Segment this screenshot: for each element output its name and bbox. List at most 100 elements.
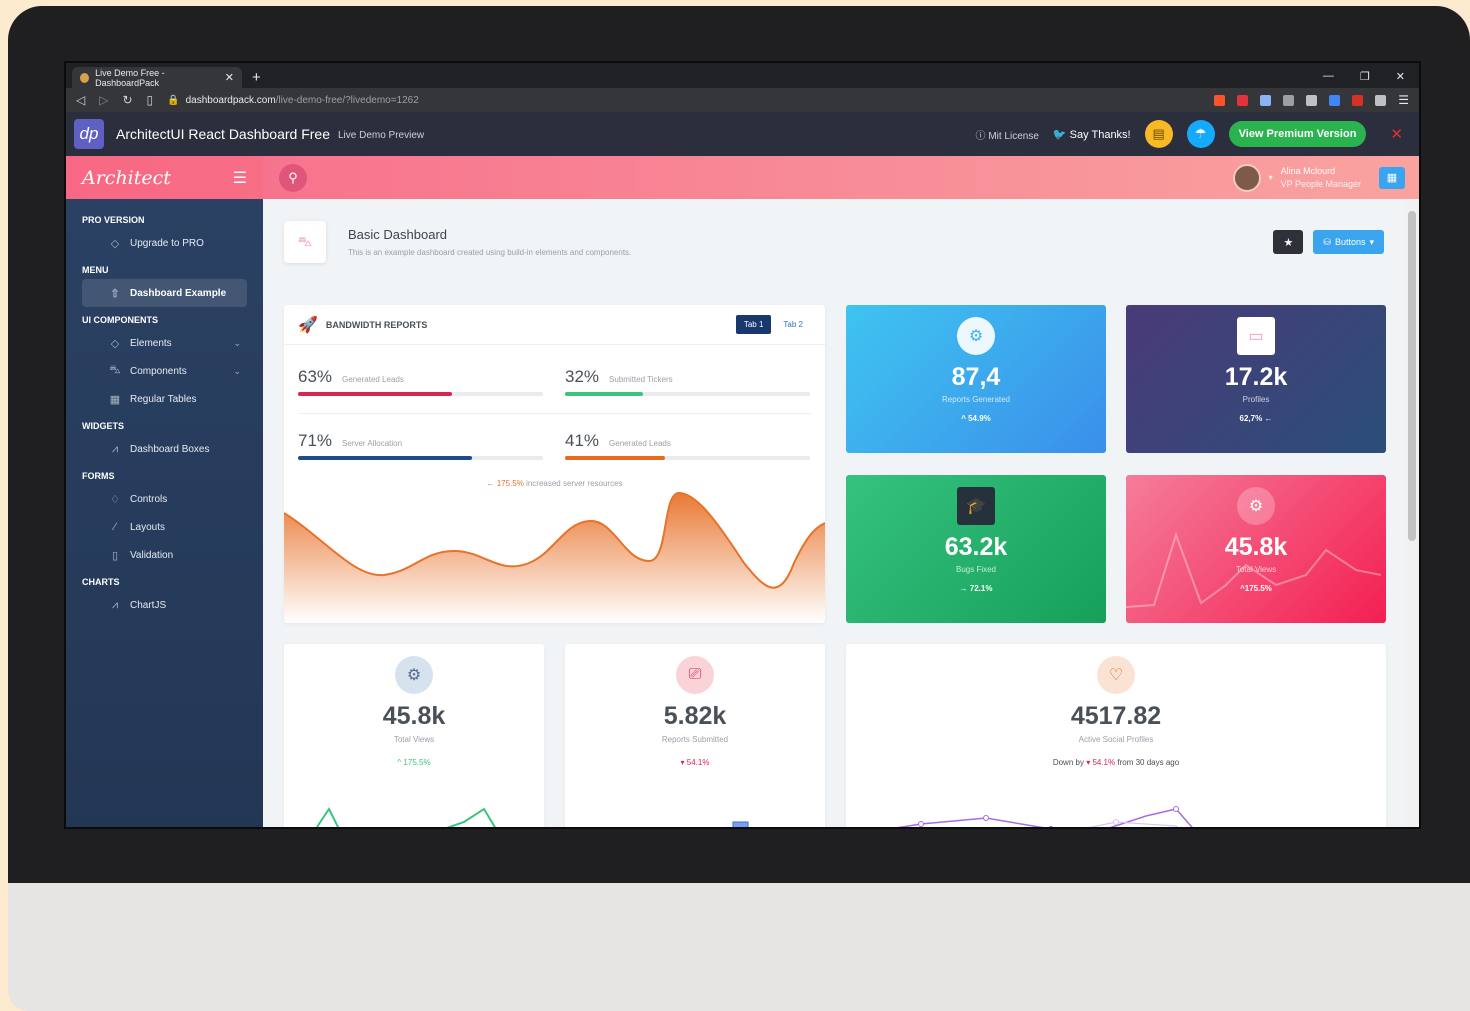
close-icon[interactable]: ✕ (1390, 125, 1403, 143)
bandwidth-area-chart (284, 491, 825, 623)
screen: Live Demo Free - DashboardPack ✕ + — ❐ ✕… (64, 61, 1421, 829)
user-area[interactable]: ▾ Alina Mclourd VP People Manager ▦ (1232, 163, 1405, 192)
gear-icon: ⚙ (957, 317, 995, 355)
progress-label: Submitted Tickers (609, 375, 673, 384)
display-icon: ▦ (109, 393, 121, 406)
app-logo[interactable]: Architect ☰ (66, 156, 263, 199)
license-link[interactable]: ⓘ Mit License (976, 127, 1039, 142)
demo-title: ArchitectUI React Dashboard Free (116, 126, 330, 142)
sidebar-item-dashboard-boxes[interactable]: ⩘ Dashboard Boxes (82, 435, 247, 463)
stat-change: → 72.1% (959, 584, 993, 593)
chevron-down-icon[interactable]: ⌄ (233, 338, 241, 349)
buttons-dropdown[interactable]: ⛁ Buttons ▾ (1313, 230, 1384, 254)
dp-logo[interactable]: dp (74, 119, 104, 149)
sidebar-section-title: FORMS (82, 471, 115, 481)
mini-desc: Active Social Profiles (1078, 735, 1154, 744)
extension-drive-icon[interactable] (1306, 94, 1318, 106)
reload-icon[interactable]: ↻ (122, 93, 132, 107)
sidebar-item-dashboard-example[interactable]: ⇧ Dashboard Example (82, 279, 247, 307)
view-premium-button[interactable]: View Premium Version (1228, 121, 1367, 147)
chevron-down-icon[interactable]: ▾ (1269, 173, 1273, 182)
brave-rewards-icon[interactable] (1237, 94, 1249, 106)
tab-2[interactable]: Tab 2 (775, 315, 811, 334)
rocket-icon: ⇧ (110, 287, 120, 300)
devices-icon: ⎚ (676, 656, 714, 694)
mini-change: ▾ 54.1% (680, 758, 710, 767)
url-field[interactable]: 🔒 dashboardpack.com/live-demo-free/?live… (167, 95, 419, 106)
search-icon[interactable]: ⚲ (279, 163, 307, 192)
sidebar-item-validation[interactable]: ▯ Validation (82, 541, 247, 569)
progress-label: Generated Leads (342, 375, 404, 384)
main-content: ⛍ Basic Dashboard This is an example das… (263, 199, 1405, 827)
mini-value: 45.8k (382, 702, 446, 730)
sidebar-section-title: CHARTS (82, 577, 120, 587)
sidebar-item-label: Dashboard Example (130, 287, 227, 299)
sidebar-item-controls[interactable]: ♢ Controls (82, 485, 247, 513)
arrow-up-icon: ^ (397, 758, 402, 767)
chevron-down-icon[interactable]: ⌄ (233, 366, 241, 377)
sidebar-item-regular-tables[interactable]: ▦ Regular Tables (82, 385, 247, 413)
stat-value: 87,4 (951, 363, 1001, 391)
sidebar-item-upgrade-to-pro[interactable]: ◇ Upgrade to PRO (82, 229, 247, 257)
stat-change: ^175.5% (1240, 584, 1272, 593)
docs-icon[interactable]: ▤ (1144, 120, 1173, 148)
brave-shield-icon[interactable] (1214, 94, 1226, 106)
extension-vpn-icon[interactable] (1260, 94, 1272, 106)
light-icon: ♢ (110, 493, 120, 506)
scrollbar[interactable] (1405, 199, 1419, 827)
sidebar-item-layouts[interactable]: ⁄ Layouts (82, 513, 247, 541)
forward-icon[interactable]: ▷ (99, 93, 108, 107)
avatar[interactable] (1232, 163, 1261, 192)
scrollbar-thumb[interactable] (1408, 211, 1416, 541)
extension-translate-icon[interactable] (1329, 94, 1341, 106)
restore-icon[interactable]: ❐ (1360, 70, 1370, 83)
arrow-up-icon: ^ (961, 414, 966, 423)
stat-card-reports: ⚙ 87,4 Reports Generated ^ 54.9% (846, 305, 1106, 453)
laptop-base (8, 883, 1470, 1011)
progress-label: Generated Leads (609, 439, 671, 448)
mini-value: 4517.82 (1070, 702, 1162, 730)
sidebar-section-title: UI COMPONENTS (82, 315, 159, 325)
app: Architect ☰ ⚲ ▾ Alina Mclourd VP People … (66, 156, 1419, 827)
extension-shield-icon[interactable] (1283, 94, 1295, 106)
graph-icon: ⩘ (111, 442, 119, 455)
stat-value: 63.2k (944, 533, 1008, 561)
twitter-icon: 🐦 (1052, 128, 1067, 141)
stat-desc: Total Views (1235, 565, 1277, 574)
rocket-icon: 🚀 (298, 316, 318, 334)
star-button[interactable]: ★ (1273, 230, 1304, 254)
app-logo-text: Architect (82, 166, 171, 189)
diamond-icon: ◇ (110, 237, 120, 250)
say-thanks-link[interactable]: 🐦 Say Thanks! (1053, 128, 1131, 141)
sidebar-item-label: ChartJS (130, 599, 167, 611)
stat-card-bugs: 🎓 63.2k Bugs Fixed → 72.1% (846, 475, 1106, 623)
user-name: Alina Mclourd (1280, 165, 1336, 176)
bandwidth-card: 🚀 BANDWIDTH REPORTS Tab 1 Tab 2 63% Gener… (284, 305, 825, 623)
stat-desc: Profiles (1242, 395, 1270, 404)
bandwidth-title: BANDWIDTH REPORTS (325, 319, 428, 330)
extension-red-icon[interactable] (1352, 94, 1364, 106)
url-host: dashboardpack.com (185, 94, 276, 106)
app-header: Architect ☰ ⚲ ▾ Alina Mclourd VP People … (66, 156, 1419, 199)
sidebar-item-label: Components (130, 365, 187, 377)
new-tab-icon[interactable]: + (252, 69, 261, 86)
sidebar-item-chartjs[interactable]: ⩘ ChartJS (82, 591, 247, 619)
sidebar-item-elements[interactable]: ◇ Elements ⌄ (82, 329, 247, 357)
url-path: /live-demo-free/?livedemo=1262 (275, 94, 419, 106)
sidebar-item-components[interactable]: ⛍ Components ⌄ (82, 357, 247, 385)
extensions: ☰ (1214, 93, 1409, 107)
extension-puzzle-icon[interactable] (1375, 94, 1387, 106)
minimize-icon[interactable]: — (1323, 70, 1334, 83)
eyedropper-icon: ⁄ (114, 521, 116, 533)
support-icon[interactable]: ☂ (1186, 120, 1215, 148)
calendar-icon[interactable]: ▦ (1379, 166, 1405, 189)
browser-tab[interactable]: Live Demo Free - DashboardPack ✕ (72, 67, 242, 88)
menu-icon[interactable]: ☰ (1398, 93, 1409, 107)
close-tab-icon[interactable]: ✕ (225, 71, 234, 84)
tab-1[interactable]: Tab 1 (735, 315, 772, 334)
back-icon[interactable]: ◁ (76, 93, 85, 107)
bookmark-icon[interactable]: ▯ (147, 93, 154, 107)
sidebar-section-title: PRO VERSION (82, 215, 145, 225)
close-window-icon[interactable]: ✕ (1396, 70, 1405, 83)
hamburger-icon[interactable]: ☰ (233, 168, 247, 187)
